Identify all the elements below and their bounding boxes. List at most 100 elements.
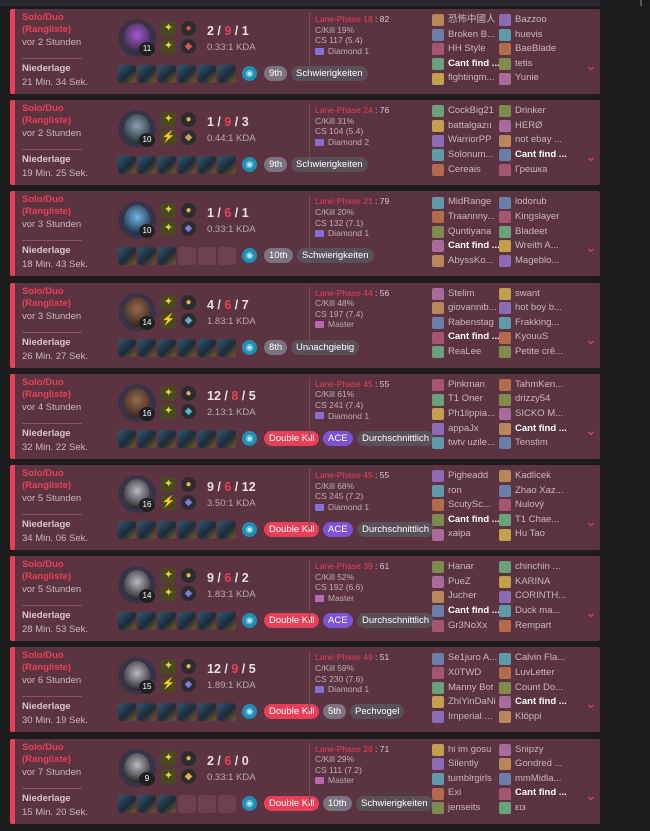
participant[interactable]: Nulový — [499, 498, 567, 513]
item-slot[interactable] — [118, 703, 136, 722]
participant[interactable]: Broken B... — [432, 28, 500, 43]
participant-name[interactable]: Pinkman — [448, 378, 485, 393]
participant-name[interactable]: Traannny... — [448, 210, 495, 225]
participant[interactable]: Bazzoo — [499, 13, 567, 28]
participant[interactable]: CockBig21 — [432, 104, 500, 119]
item-slot[interactable] — [158, 65, 176, 83]
participant[interactable]: Duck ma... — [499, 604, 567, 619]
participant-name[interactable]: TahmKen... — [515, 378, 563, 393]
participant[interactable]: Cant find ... — [499, 148, 567, 163]
participant[interactable]: Cant find ... — [432, 330, 500, 345]
participant[interactable]: SICKO M... — [499, 407, 567, 422]
participant-name[interactable]: Calvin Fla... — [515, 651, 565, 666]
item-slot[interactable] — [158, 794, 176, 813]
participant-name[interactable]: Bladeet — [515, 225, 547, 240]
participant[interactable]: Kadlicek — [499, 469, 567, 484]
expand-button[interactable]: ⌄ — [571, 763, 611, 823]
participant-name[interactable]: T1 Oner — [448, 392, 483, 407]
participant-name[interactable]: X0TWD — [448, 666, 481, 681]
participant[interactable]: Petite crê... — [499, 345, 567, 360]
participant-name[interactable]: Quntiyana — [448, 225, 491, 240]
participant-name[interactable]: hi im gosu — [448, 743, 491, 758]
participant[interactable]: AbyssKo... — [432, 254, 500, 269]
participant-name[interactable]: HERØ — [515, 119, 542, 134]
scrollbar-thumb[interactable] — [640, 0, 642, 6]
participant[interactable]: Calvin Fla... — [499, 651, 567, 666]
item-slot[interactable] — [138, 612, 156, 631]
participant-name[interactable]: Duck ma... — [515, 604, 560, 619]
participant[interactable]: Yunie — [499, 71, 567, 86]
participant-name[interactable]: Manny Bot — [448, 681, 493, 696]
item-slot[interactable] — [198, 612, 216, 631]
participant-name[interactable]: CORINTH... — [515, 589, 566, 604]
participant-name[interactable]: tumblrgirls — [448, 772, 492, 787]
participant-name[interactable]: Cant find ... — [515, 695, 567, 710]
match-card[interactable]: Solo/Duo (Rangliste) vor 3 Stunden Niederl… — [10, 282, 600, 368]
participant[interactable]: tumblrgirls — [432, 772, 500, 787]
participant[interactable]: Mageblo... — [499, 254, 567, 269]
participant[interactable]: KARINA — [499, 575, 567, 590]
item-slot[interactable] — [178, 156, 196, 175]
participant-name[interactable]: Bazzoo — [515, 13, 547, 28]
participant-name[interactable]: 恐怖中國人 — [448, 13, 496, 28]
participant[interactable]: Frakking... — [499, 316, 567, 331]
participant[interactable]: Hu Tao — [499, 527, 567, 542]
participant-name[interactable]: KyouuS — [515, 330, 548, 345]
participant-name[interactable]: SICKO M... — [515, 407, 563, 422]
participant-name[interactable]: mmMidla... — [515, 772, 561, 787]
expand-button[interactable]: ⌄ — [571, 124, 611, 184]
item-slot[interactable] — [198, 338, 216, 357]
participant-name[interactable]: Stelim — [448, 287, 474, 302]
item-slot[interactable] — [138, 794, 156, 813]
ward-icon[interactable]: ◉ — [242, 613, 257, 629]
participant-name[interactable]: Jucher — [448, 589, 477, 604]
participant[interactable]: ZhiYinDaNi — [432, 695, 500, 710]
participant[interactable]: 恐怖中國人 — [432, 13, 500, 28]
participant[interactable]: Pinkman — [432, 378, 500, 393]
participant[interactable]: not ebay ... — [499, 133, 567, 148]
participant-name[interactable]: Грешка — [515, 163, 547, 178]
participant[interactable]: X0TWD — [432, 666, 500, 681]
participant-name[interactable]: ZhiYinDaNi — [448, 695, 496, 710]
participant-name[interactable]: chinchin ... — [515, 560, 560, 575]
item-slot[interactable] — [218, 521, 236, 539]
item-slot[interactable] — [138, 156, 156, 175]
item-slot[interactable] — [138, 65, 156, 83]
participant[interactable]: KyouuS — [499, 330, 567, 345]
participant[interactable]: Rempart — [499, 619, 567, 634]
participant-name[interactable]: Count Do... — [515, 681, 563, 696]
item-slot[interactable] — [158, 703, 176, 722]
expand-button[interactable]: ⌄ — [571, 215, 611, 275]
ward-icon[interactable]: ◉ — [242, 248, 257, 264]
participant-name[interactable]: fightingm... — [448, 71, 494, 86]
participant-name[interactable]: Petite crê... — [515, 345, 563, 360]
participant[interactable]: Se1juro A... — [432, 651, 500, 666]
participant[interactable]: Cant find ... — [499, 422, 567, 437]
participant[interactable]: CORINTH... — [499, 589, 567, 604]
participant[interactable]: giovannib... — [432, 301, 500, 316]
participant-name[interactable]: PueZ — [448, 575, 471, 590]
participant-name[interactable]: hot boy b... — [515, 301, 562, 316]
participant-name[interactable]: Cant find ... — [448, 57, 500, 72]
participant-name[interactable]: battalgazıı — [448, 119, 492, 134]
item-slot[interactable] — [218, 429, 236, 448]
participant[interactable]: huevis — [499, 28, 567, 43]
expand-button[interactable]: ⌄ — [571, 33, 611, 93]
ward-icon[interactable]: ◉ — [242, 157, 257, 173]
scrollbar-track[interactable] — [608, 0, 650, 831]
participant[interactable]: Cant find ... — [499, 695, 567, 710]
item-slot[interactable] — [218, 612, 236, 631]
participant-name[interactable]: Se1juro A... — [448, 651, 497, 666]
participant[interactable]: Cereais — [432, 163, 500, 178]
participant-name[interactable]: Exi — [448, 786, 461, 801]
participant[interactable]: chinchin ... — [499, 560, 567, 575]
item-slot[interactable] — [218, 156, 236, 175]
item-slot[interactable] — [118, 247, 136, 266]
participant-name[interactable]: not ebay ... — [515, 133, 562, 148]
participant[interactable]: Грешка — [499, 163, 567, 178]
participant-name[interactable]: jenseits — [448, 801, 480, 816]
participant-name[interactable]: Cant find ... — [448, 239, 500, 254]
ward-icon[interactable]: ◉ — [242, 522, 257, 537]
ward-icon[interactable]: ◉ — [242, 430, 257, 446]
participant[interactable]: Pigheadd — [432, 469, 500, 484]
